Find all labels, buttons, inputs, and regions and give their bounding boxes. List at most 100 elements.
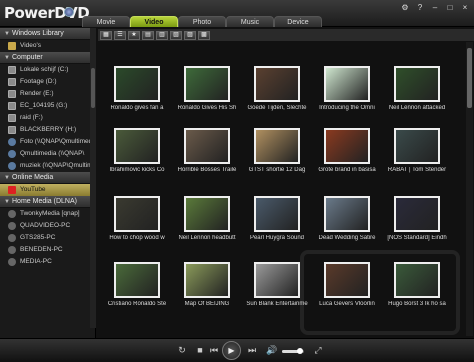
- video-thumbnail[interactable]: [254, 196, 300, 232]
- sidebar-item-drive-h[interactable]: BLACKBERRY (H:): [0, 124, 95, 136]
- video-tile[interactable]: Ronaldo gives fan a: [102, 66, 172, 111]
- sidebar-item-twonkymedia[interactable]: TwonkyMedia [qnap]: [0, 208, 95, 220]
- volume-slider[interactable]: [282, 348, 304, 354]
- video-tile[interactable]: Ibrahimovic kicks Co: [102, 128, 172, 173]
- video-tile[interactable]: Hugo Borst 3 Ik ho sa: [382, 262, 452, 307]
- video-tile[interactable]: Neil Lennon attacked: [382, 66, 452, 111]
- tab-movie[interactable]: Movie: [82, 16, 130, 27]
- grid-scrollbar[interactable]: [466, 42, 473, 336]
- sidebar-item-drive-c[interactable]: Lokale schijf (C:): [0, 64, 95, 76]
- sidebar-section-online-media[interactable]: ▼ Online Media: [0, 172, 95, 184]
- sidebar-item-network-foto[interactable]: Foto (\\QNAP\Qmultimedi: [0, 136, 95, 148]
- sidebar-item-label: MEDIA-PC: [20, 258, 52, 265]
- sidebar-section-computer[interactable]: ▼ Computer: [0, 52, 95, 64]
- video-thumbnail[interactable]: [184, 128, 230, 164]
- window-controls: ⚙ ? – □ ×: [400, 3, 470, 13]
- sidebar-item-beneden-pc[interactable]: BENEDEN-PC: [0, 244, 95, 256]
- video-thumbnail[interactable]: [394, 262, 440, 298]
- settings-icon[interactable]: ⚙: [400, 3, 410, 13]
- video-thumbnail[interactable]: [324, 128, 370, 164]
- sidebar-item-drive-g[interactable]: EC_104195 (G:): [0, 100, 95, 112]
- video-tile[interactable]: How to chop wood w: [102, 196, 172, 241]
- stop-button[interactable]: ■: [194, 344, 206, 356]
- video-tile[interactable]: Sun Blank Entertainme: [242, 262, 312, 307]
- view-button-5[interactable]: ▩: [198, 30, 210, 40]
- video-thumbnail[interactable]: [324, 196, 370, 232]
- sidebar-item-drive-e[interactable]: Render (E:): [0, 88, 95, 100]
- video-thumbnail[interactable]: [394, 196, 440, 232]
- video-tile[interactable]: RABAT | Tom Stender: [382, 128, 452, 173]
- repeat-button[interactable]: ↻: [176, 344, 188, 356]
- sidebar-item-videos[interactable]: Video's: [0, 40, 95, 52]
- grid-view-button[interactable]: ▦: [100, 30, 112, 40]
- sidebar-scroll-thumb[interactable]: [91, 68, 95, 108]
- video-thumbnail[interactable]: [114, 262, 160, 298]
- sidebar-item-youtube[interactable]: YouTube: [0, 184, 95, 196]
- video-tile[interactable]: GTST shortie 12 Dag: [242, 128, 312, 173]
- video-tile[interactable]: Goede Tijden, Slechte: [242, 66, 312, 111]
- sidebar-item-quadvideo-pc[interactable]: QUADVIDEO-PC: [0, 220, 95, 232]
- sidebar-section-home-media[interactable]: ▼ Home Media (DLNA): [0, 196, 95, 208]
- video-tile[interactable]: Introducing the Omni: [312, 66, 382, 111]
- video-thumbnail[interactable]: [324, 66, 370, 102]
- video-thumbnail[interactable]: [114, 196, 160, 232]
- video-tile[interactable]: [NOS Standard] Eindh: [382, 196, 452, 241]
- sidebar-item-gts285-pc[interactable]: GTS285-PC: [0, 232, 95, 244]
- view-button-2[interactable]: ▥: [156, 30, 168, 40]
- sidebar-item-drive-f[interactable]: raid (F:): [0, 112, 95, 124]
- video-thumbnail[interactable]: [254, 128, 300, 164]
- video-thumbnail[interactable]: [394, 66, 440, 102]
- favorite-button[interactable]: ★: [128, 30, 140, 40]
- video-tile[interactable]: Horrible Bosses Traile: [172, 128, 242, 173]
- sidebar-scrollbar[interactable]: [90, 28, 96, 328]
- view-button-1[interactable]: ▤: [142, 30, 154, 40]
- volume-icon[interactable]: 🔊: [266, 344, 278, 356]
- video-tile[interactable]: Neil Lennon headbutt: [172, 196, 242, 241]
- drive-icon: [8, 66, 16, 74]
- maximize-button[interactable]: □: [445, 3, 455, 13]
- video-thumbnail[interactable]: [254, 262, 300, 298]
- grid-scroll-thumb[interactable]: [467, 48, 472, 108]
- collapse-arrow-icon: ▼: [4, 199, 10, 205]
- volume-knob[interactable]: [296, 348, 303, 354]
- video-tile[interactable]: Dead Wedding Satire: [312, 196, 382, 241]
- sidebar-item-media-pc[interactable]: MEDIA-PC: [0, 256, 95, 268]
- video-thumbnail[interactable]: [184, 262, 230, 298]
- minimize-button[interactable]: –: [430, 3, 440, 13]
- sidebar-item-label: QUADVIDEO-PC: [20, 222, 71, 229]
- sidebar-item-network-qmultimedia[interactable]: Qmultimedia (\\QNAP\: [0, 148, 95, 160]
- video-thumbnail[interactable]: [394, 128, 440, 164]
- tab-device[interactable]: Device: [274, 16, 322, 27]
- video-thumbnail[interactable]: [324, 262, 370, 298]
- sidebar-section-windows-library[interactable]: ▼ Windows Library: [0, 28, 95, 40]
- fullscreen-button[interactable]: ⤢: [312, 344, 324, 356]
- video-tile[interactable]: Luca Gevers Vloorlin: [312, 262, 382, 307]
- video-caption: RABAT | Tom Stender: [387, 167, 447, 173]
- tab-music[interactable]: Music: [226, 16, 274, 27]
- play-button[interactable]: ▶: [222, 341, 241, 360]
- sidebar-item-label: YouTube: [20, 186, 46, 193]
- list-view-button[interactable]: ☰: [114, 30, 126, 40]
- video-thumbnail[interactable]: [184, 196, 230, 232]
- video-tile[interactable]: Cristiano Ronaldo Ste: [102, 262, 172, 307]
- video-thumbnail[interactable]: [114, 128, 160, 164]
- sidebar-item-drive-d[interactable]: Footage (D:): [0, 76, 95, 88]
- video-tile[interactable]: Map Of BEIJING: [172, 262, 242, 307]
- video-thumbnail[interactable]: [114, 66, 160, 102]
- tab-video[interactable]: Video: [130, 16, 178, 27]
- help-icon[interactable]: ?: [415, 3, 425, 13]
- previous-button[interactable]: ⏮: [208, 344, 220, 356]
- video-tile[interactable]: Ronaldo Gives His Sh: [172, 66, 242, 111]
- close-button[interactable]: ×: [460, 3, 470, 13]
- video-thumbnail[interactable]: [254, 66, 300, 102]
- tab-photo[interactable]: Photo: [178, 16, 226, 27]
- sidebar-item-network-muziek[interactable]: muziek (\\QNAP\Qmultimedi: [0, 160, 95, 172]
- next-button[interactable]: ⏭: [246, 344, 258, 356]
- video-tile[interactable]: Grote brand in basisa: [312, 128, 382, 173]
- video-tile[interactable]: Pearl Huygra Sound: [242, 196, 312, 241]
- sidebar-item-label: BLACKBERRY (H:): [20, 126, 77, 133]
- view-button-4[interactable]: ▨: [184, 30, 196, 40]
- drive-icon: [8, 126, 16, 134]
- video-thumbnail[interactable]: [184, 66, 230, 102]
- view-button-3[interactable]: ▧: [170, 30, 182, 40]
